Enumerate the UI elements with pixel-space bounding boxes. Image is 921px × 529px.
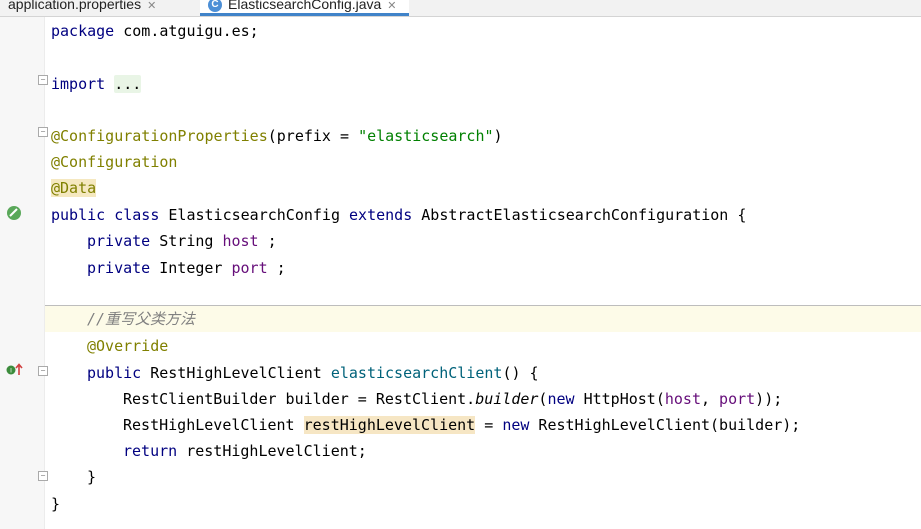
code-line-method-declaration: public RestHighLevelClient elasticsearch… [87, 364, 539, 382]
tab-elasticsearch-config[interactable]: C ElasticsearchConfig.java ✕ [200, 0, 409, 16]
code-editor[interactable]: package com.atguigu.es; import ... @Conf… [45, 17, 921, 529]
java-class-icon: C [208, 0, 222, 13]
code-line-client-instantiation: RestHighLevelClient restHighLevelClient … [123, 416, 801, 434]
code-line-class-declaration: public class ElasticsearchConfig extends… [51, 206, 747, 224]
bean-icon[interactable] [6, 205, 22, 225]
code-line-comment: //重写父类方法 [87, 310, 196, 328]
code-line-import: import ... [51, 75, 142, 93]
close-icon[interactable]: ✕ [387, 0, 396, 12]
code-line-field-host: private String host ; [87, 232, 277, 250]
code-line-return: return restHighLevelClient; [123, 442, 367, 460]
implements-override-icon[interactable]: I [6, 363, 24, 381]
code-line-method-close: } [87, 468, 97, 486]
code-line-override: @Override [87, 337, 169, 355]
code-line-annotation-configuration: @Configuration [51, 153, 178, 171]
tab-application-properties[interactable]: application.properties ✕ [8, 0, 156, 15]
close-icon[interactable]: ✕ [147, 0, 156, 12]
folded-imports[interactable]: ... [114, 75, 142, 93]
code-line-field-port: private Integer port ; [87, 259, 286, 277]
code-line-annotation-data: @Data [51, 179, 97, 197]
tab-label: ElasticsearchConfig.java [228, 0, 382, 12]
svg-text:I: I [10, 368, 12, 375]
code-line-builder: RestClientBuilder builder = RestClient.b… [123, 390, 783, 408]
code-line-annotation-properties: @ConfigurationProperties(prefix = "elast… [51, 127, 503, 145]
code-line-package: package com.atguigu.es; [51, 22, 259, 40]
tab-label: application.properties [8, 0, 142, 12]
code-line-class-close: } [51, 495, 61, 513]
editor-tab-bar: application.properties ✕ C ElasticsearchCo… [0, 0, 921, 17]
editor-gutter: − − − − I [0, 17, 48, 529]
